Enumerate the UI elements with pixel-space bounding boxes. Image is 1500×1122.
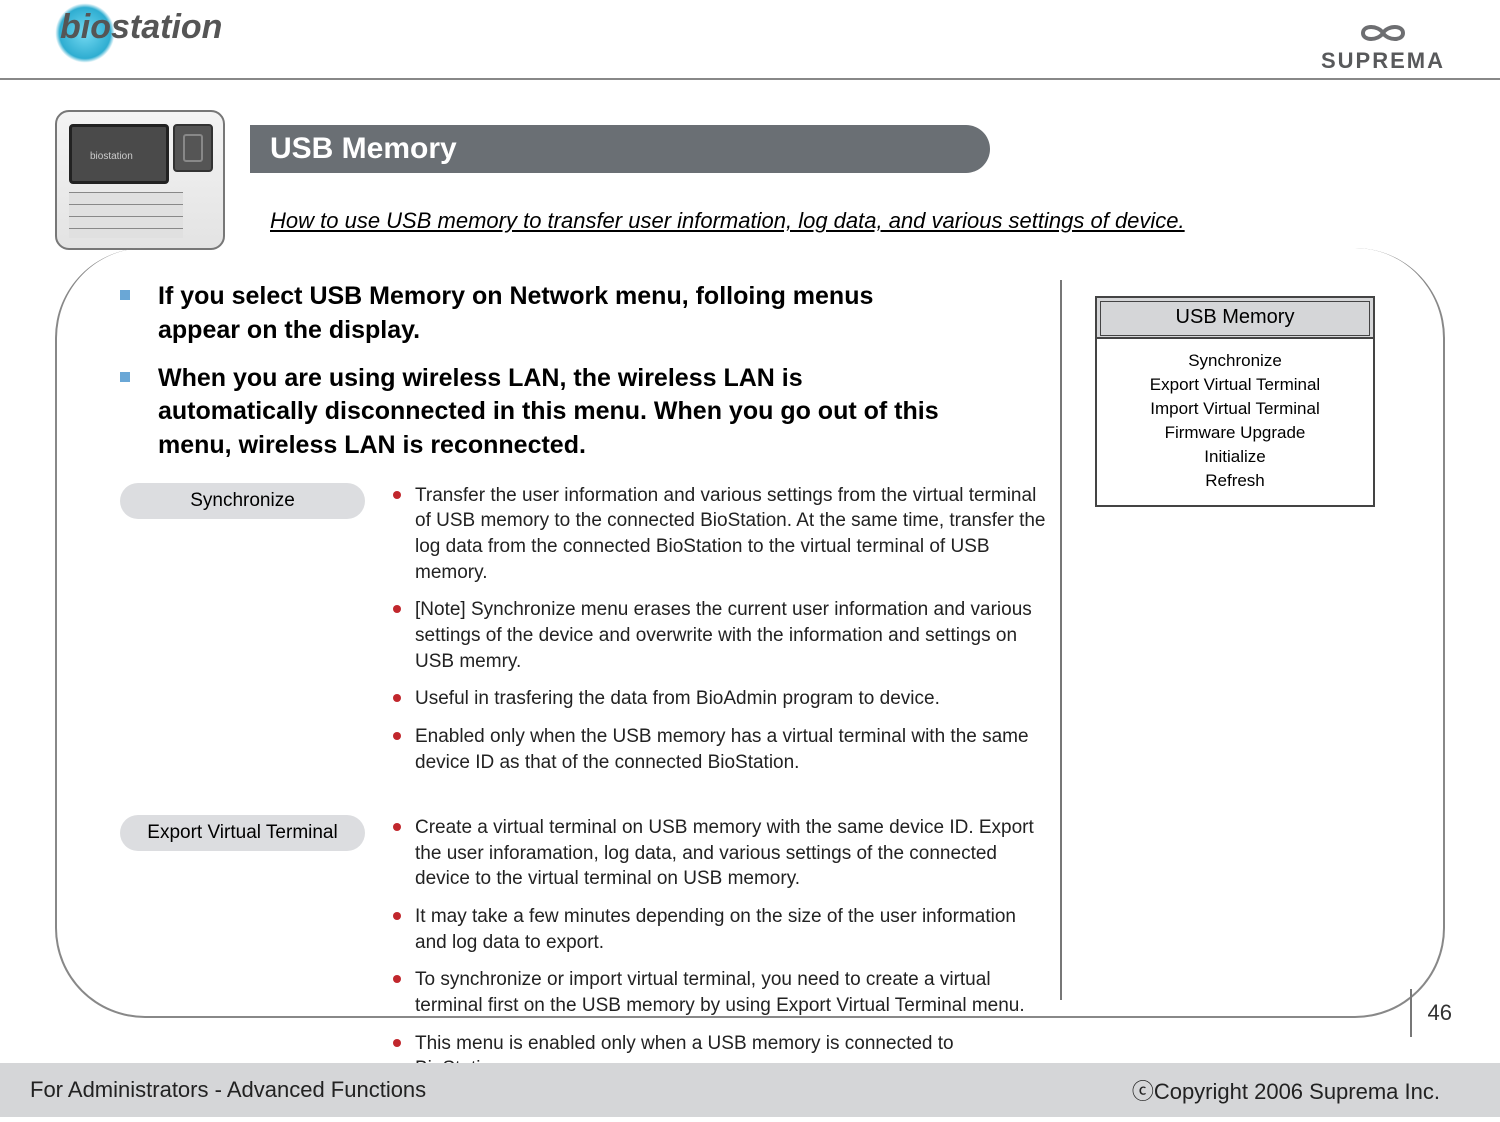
section-subtitle: How to use USB memory to transfer user i…: [270, 208, 1185, 234]
menu-item-refresh: Refresh: [1103, 469, 1367, 493]
export-bullet-3: To synchronize or import virtual termina…: [387, 967, 1047, 1018]
footer-right: ⓒCopyright 2006 Suprema Inc.: [1132, 1074, 1440, 1106]
usb-memory-panel-title: USB Memory: [1097, 298, 1373, 339]
usb-memory-panel-body: Synchronize Export Virtual Terminal Impo…: [1097, 339, 1373, 505]
infinity-icon: [1348, 20, 1418, 46]
usb-memory-panel: USB Memory Synchronize Export Virtual Te…: [1095, 296, 1375, 507]
page-header: biostation SUPREMA: [0, 0, 1500, 80]
label-export: Export Virtual Terminal: [120, 815, 365, 851]
page-footer: For Administrators - Advanced Functions …: [0, 1063, 1500, 1117]
sync-bullet-1: Transfer the user information and variou…: [387, 483, 1047, 586]
desc-export: Create a virtual terminal on USB memory …: [387, 815, 1047, 1094]
intro-text-1: If you select USB Memory on Network menu…: [158, 280, 958, 348]
sections-block: Synchronize Transfer the user informatio…: [120, 483, 1400, 1122]
suprema-text: SUPREMA: [1321, 48, 1445, 73]
vertical-divider: [1060, 280, 1062, 1000]
export-bullet-1: Create a virtual terminal on USB memory …: [387, 815, 1047, 892]
menu-item-import-virtual-terminal: Import Virtual Terminal: [1103, 397, 1367, 421]
device-screen-icon: [69, 124, 169, 184]
section-export: Export Virtual Terminal Create a virtual…: [120, 815, 1060, 1094]
device-keypad-icon: [69, 192, 183, 238]
section-synchronize: Synchronize Transfer the user informatio…: [120, 483, 1060, 787]
suprema-logo: SUPREMA: [1321, 20, 1445, 74]
device-fingerprint-icon: [173, 124, 213, 172]
sync-bullet-3: Useful in trasfering the data from BioAd…: [387, 686, 1047, 712]
section-title: USB Memory: [270, 132, 457, 166]
sync-bullet-4: Enabled only when the USB memory has a v…: [387, 724, 1047, 775]
menu-item-firmware-upgrade: Firmware Upgrade: [1103, 421, 1367, 445]
desc-synchronize: Transfer the user information and variou…: [387, 483, 1047, 787]
footer-left: For Administrators - Advanced Functions: [30, 1077, 426, 1103]
export-bullet-2: It may take a few minutes depending on t…: [387, 904, 1047, 955]
menu-item-initialize: Initialize: [1103, 445, 1367, 469]
page-number: 46: [1410, 989, 1452, 1037]
biostation-logo: biostation: [60, 8, 222, 47]
menu-item-synchronize: Synchronize: [1103, 349, 1367, 373]
menu-item-export-virtual-terminal: Export Virtual Terminal: [1103, 373, 1367, 397]
square-bullet-icon: [120, 372, 130, 382]
device-thumbnail: [55, 110, 225, 250]
label-synchronize: Synchronize: [120, 483, 365, 519]
sync-bullet-2: [Note] Synchronize menu erases the curre…: [387, 597, 1047, 674]
square-bullet-icon: [120, 290, 130, 300]
section-title-bar: USB Memory: [250, 125, 990, 173]
logo-part-station: station: [111, 8, 222, 46]
logo-part-bio: bio: [60, 8, 111, 46]
intro-text-2: When you are using wireless LAN, the wir…: [158, 362, 958, 463]
